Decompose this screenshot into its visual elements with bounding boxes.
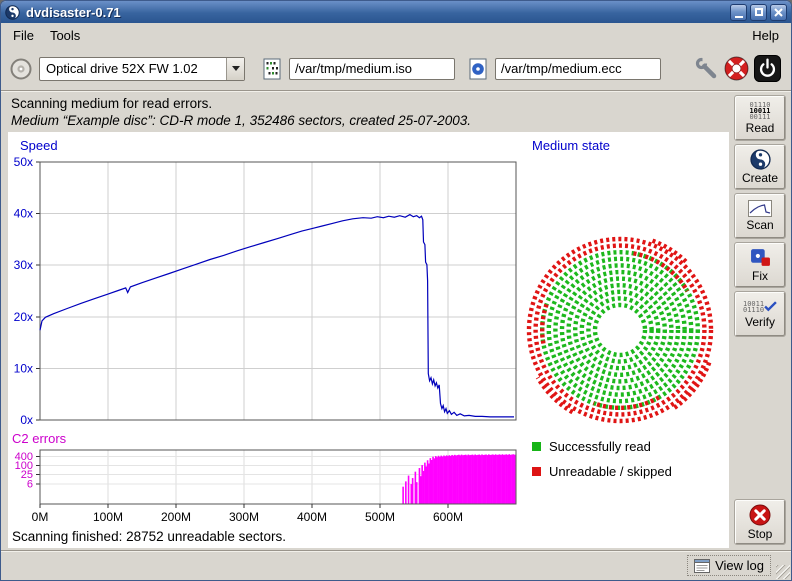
yin-yang-icon xyxy=(750,149,771,170)
medium-state-title: Medium state xyxy=(532,138,610,153)
drive-icon-button[interactable] xyxy=(7,55,35,83)
iso-path-input[interactable] xyxy=(289,58,455,80)
legend-read-ok-label: Successfully read xyxy=(549,439,651,454)
legend-unreadable: Unreadable / skipped xyxy=(532,464,672,479)
app-window: dvdisaster-0.71 File Tools Help Optical … xyxy=(0,0,792,581)
titlebar[interactable]: dvdisaster-0.71 xyxy=(1,1,791,23)
scan-result-text: Scanning finished: 28752 unreadable sect… xyxy=(12,529,286,544)
resize-grip[interactable] xyxy=(776,565,790,579)
charts-svg: 0x10x20x30x40x50x6251004000M100M200M300M… xyxy=(8,132,729,548)
power-icon xyxy=(754,55,781,82)
svg-text:100M: 100M xyxy=(93,510,123,524)
ecc-file-icon xyxy=(465,58,491,80)
svg-text:0M: 0M xyxy=(32,510,49,524)
maximize-button[interactable] xyxy=(750,4,767,21)
stop-x-icon xyxy=(749,504,771,526)
menu-tools[interactable]: Tools xyxy=(42,25,88,46)
legend-successfully-read: Successfully read xyxy=(532,439,651,454)
iso-file-icon xyxy=(259,58,285,80)
menubar: File Tools Help xyxy=(1,23,791,47)
drive-selector-value: Optical drive 52X FW 1.02 xyxy=(40,58,226,80)
quit-button[interactable] xyxy=(752,53,783,84)
menu-file[interactable]: File xyxy=(5,25,42,46)
verify-button[interactable]: 10011 01110 Verify xyxy=(735,292,785,336)
status-heading: Scanning medium for read errors. xyxy=(11,96,729,111)
svg-text:500M: 500M xyxy=(365,510,395,524)
ecc-path-input[interactable] xyxy=(495,58,661,80)
statusbar: View log xyxy=(1,550,791,580)
action-sidebar: 01110 10011 00111 Read Create xyxy=(729,92,791,550)
binary-check-icon: 10011 01110 xyxy=(743,300,777,314)
puzzle-fix-icon xyxy=(750,247,771,268)
svg-text:400: 400 xyxy=(15,451,33,463)
status-area: Scanning medium for read errors. Medium … xyxy=(1,92,729,132)
svg-text:400M: 400M xyxy=(297,510,327,524)
scan-canvas: 0x10x20x30x40x50x6251004000M100M200M300M… xyxy=(8,132,729,548)
preferences-button[interactable] xyxy=(693,55,721,83)
close-icon xyxy=(774,8,783,17)
close-button[interactable] xyxy=(770,4,787,21)
maximize-icon xyxy=(755,8,763,16)
lifebuoy-icon xyxy=(723,55,750,82)
create-button[interactable]: Create xyxy=(735,145,785,189)
drive-selector-dropdown-button[interactable] xyxy=(226,58,244,80)
drive-selector[interactable]: Optical drive 52X FW 1.02 xyxy=(39,57,245,81)
svg-text:40x: 40x xyxy=(14,207,33,221)
read-ok-swatch xyxy=(532,442,541,451)
svg-text:30x: 30x xyxy=(14,258,33,272)
svg-text:50x: 50x xyxy=(14,155,33,169)
scan-graph-icon xyxy=(748,200,772,217)
menu-help[interactable]: Help xyxy=(744,25,787,46)
wrench-icon xyxy=(695,57,719,81)
help-button[interactable] xyxy=(721,53,752,84)
drive-disc-icon xyxy=(9,57,33,81)
speed-chart-title: Speed xyxy=(20,138,58,153)
medium-info: Medium “Example disc”: CD-R mode 1, 3524… xyxy=(11,113,729,128)
minimize-icon xyxy=(735,16,743,18)
app-icon xyxy=(5,5,20,20)
chevron-down-icon xyxy=(232,66,240,71)
scan-button[interactable]: Scan xyxy=(735,194,785,238)
c2-errors-title: C2 errors xyxy=(12,431,66,446)
svg-text:10x: 10x xyxy=(14,361,33,375)
legend-unreadable-label: Unreadable / skipped xyxy=(549,464,672,479)
log-window-icon xyxy=(694,559,710,573)
svg-text:20x: 20x xyxy=(14,310,33,324)
stop-button[interactable]: Stop xyxy=(735,500,785,544)
svg-text:300M: 300M xyxy=(229,510,259,524)
svg-text:600M: 600M xyxy=(433,510,463,524)
minimize-button[interactable] xyxy=(730,4,747,21)
view-log-button[interactable]: View log xyxy=(687,555,771,576)
unreadable-swatch xyxy=(532,467,541,476)
binary-read-icon: 01110 10011 00111 xyxy=(749,102,770,120)
toolbar: Optical drive 52X FW 1.02 xyxy=(1,47,791,90)
svg-text:0x: 0x xyxy=(20,413,33,427)
read-button[interactable]: 01110 10011 00111 Read xyxy=(735,96,785,140)
window-title: dvdisaster-0.71 xyxy=(26,5,727,20)
svg-text:200M: 200M xyxy=(161,510,191,524)
fix-button[interactable]: Fix xyxy=(735,243,785,287)
